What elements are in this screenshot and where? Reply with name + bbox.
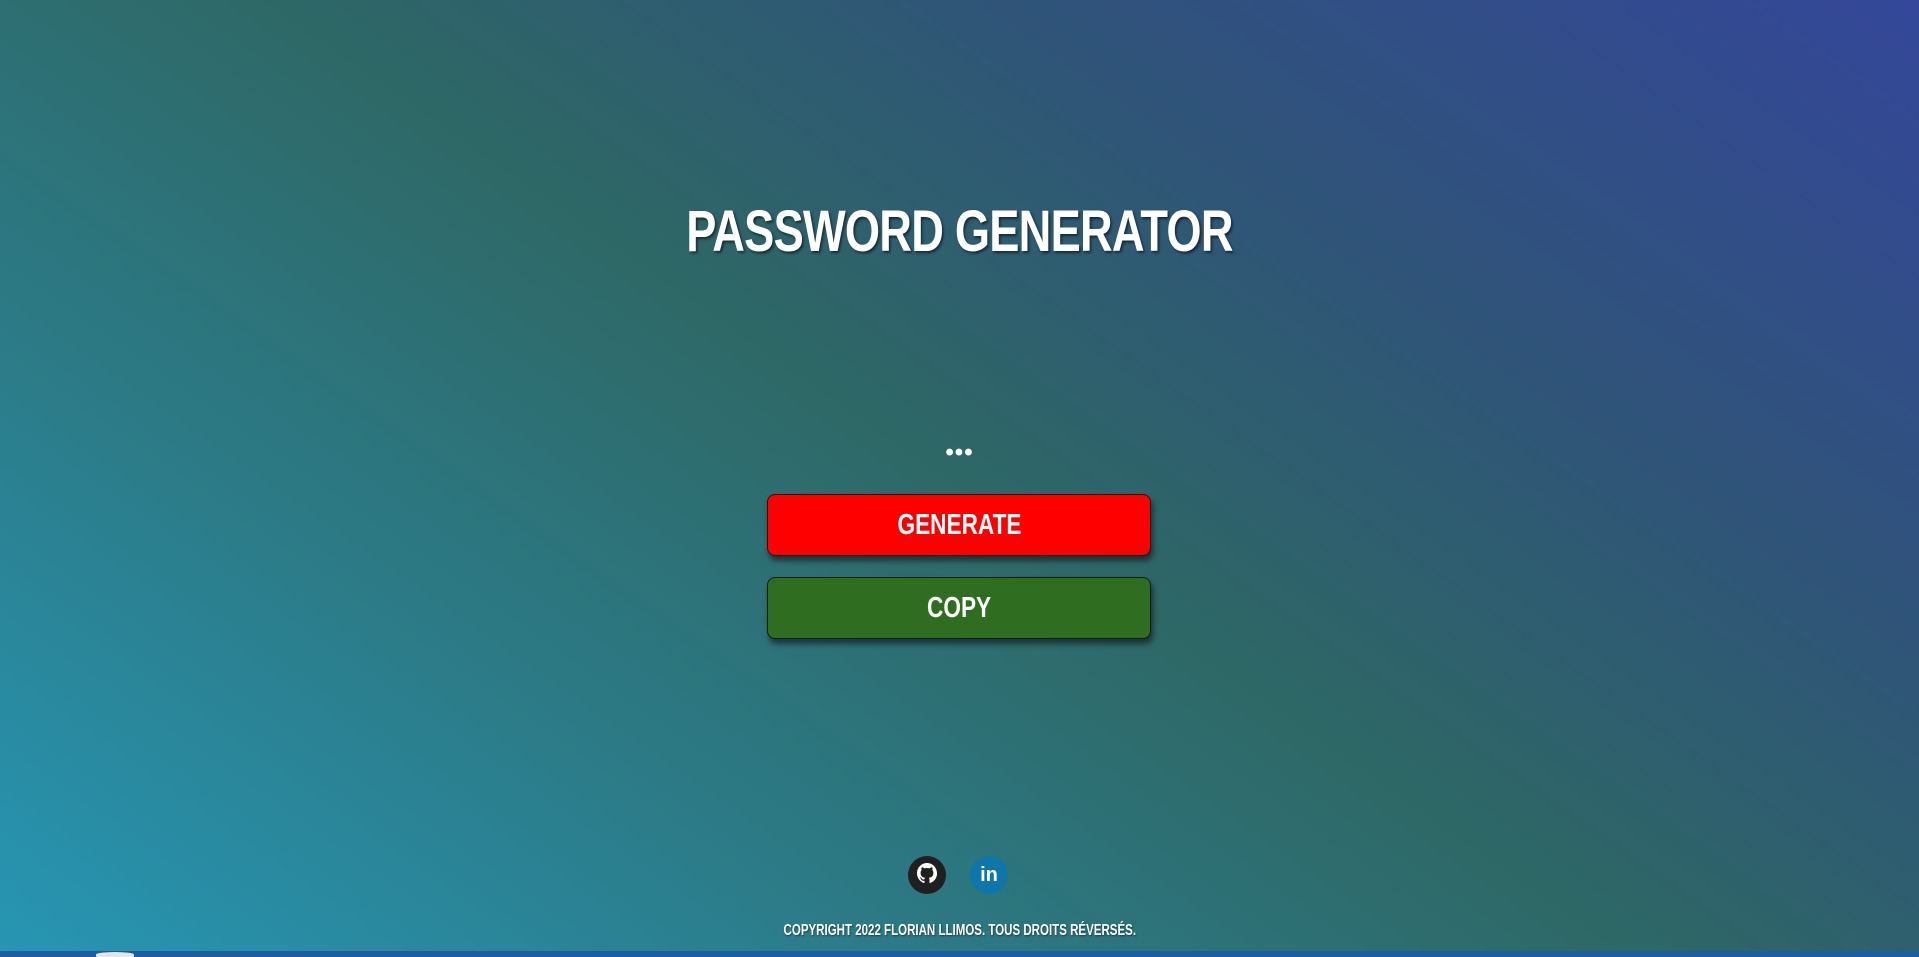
linkedin-link[interactable]: in (970, 856, 1008, 894)
github-icon (915, 861, 939, 890)
github-link[interactable] (908, 856, 946, 894)
bottom-scrollbar[interactable] (0, 951, 1919, 957)
page-title: PASSWORD GENERATOR (686, 199, 1233, 264)
copy-button[interactable]: COPY (767, 577, 1151, 639)
linkedin-icon: in (980, 863, 998, 886)
scrollbar-thumb[interactable] (96, 952, 134, 957)
copy-button-label: COPY (926, 591, 992, 624)
generate-button-label: GENERATE (896, 508, 1021, 541)
generate-button[interactable]: GENERATE (767, 494, 1151, 556)
copyright-text: COPYRIGHT 2022 FLORIAN LLIMOS. TOUS DROI… (0, 921, 1919, 941)
social-links: in (908, 856, 1008, 894)
copyright-label: COPYRIGHT 2022 FLORIAN LLIMOS. TOUS DROI… (783, 922, 1136, 939)
password-output: ••• (945, 439, 974, 466)
